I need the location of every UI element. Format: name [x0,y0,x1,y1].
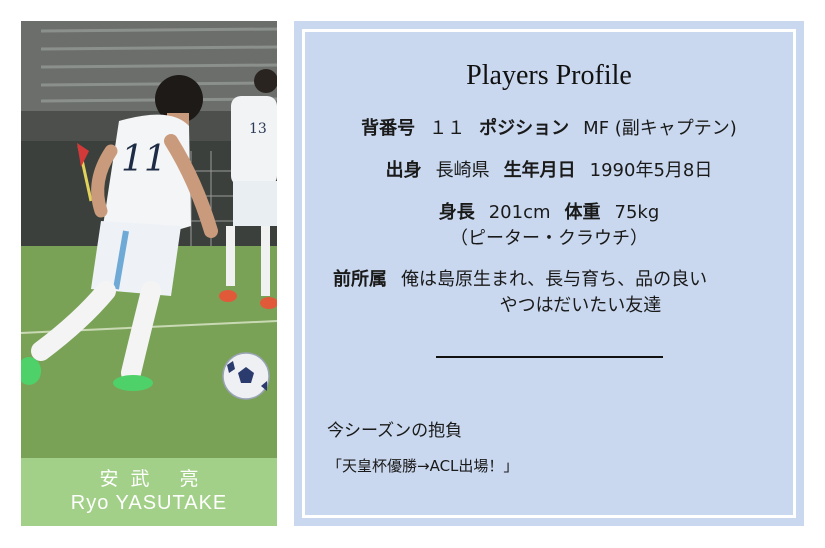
height-value: 201cm [488,202,551,223]
season-goal-label: 今シーズンの抱負 [327,421,463,441]
weight-note: （ピーター・クラウチ） [450,228,648,249]
previous-label: 前所属 [333,269,387,290]
position-value: MF (副キャプテン) [583,118,737,139]
birthday-label: 生年月日 [503,160,576,181]
previous-value-line1: 俺は島原生まれ、長与育ち、品の良い [401,269,708,290]
player-name-jp: 安武 亮 [99,468,211,490]
divider [436,356,663,358]
season-goal-text: 「天皇杯優勝→ACL出場！」 [327,457,519,475]
player-photo-card: 13 11 安武 亮 Ryo YASUTAKE [21,21,277,526]
svg-text:11: 11 [121,139,167,180]
name-plate: 安武 亮 Ryo YASUTAKE [21,458,277,526]
weight-value: 75kg [614,202,660,223]
birthplace-value: 長崎県 [435,160,490,181]
soccer-ball-icon [222,352,270,400]
player-name-en: Ryo YASUTAKE [70,492,228,514]
previous-value-line2: やつはだいたい友達 [499,295,662,316]
birthplace-birthday-row: 出身 長崎県 生年月日 1990年5月8日 [305,156,793,182]
profile-title: Players Profile [466,60,632,91]
profile-panel-inner: Players Profile 背番号 １１ ポジション MF (副キャプテン) 出身… [302,29,796,518]
number-label: 背番号 [361,118,416,139]
svg-text:13: 13 [249,121,267,137]
player-photo: 13 11 [21,21,277,458]
height-weight-row: 身長 201cm 体重 75kg [305,198,793,224]
birthday-value: 1990年5月8日 [589,160,713,181]
weight-label: 体重 [564,202,601,223]
previous-club-row: 前所属 俺は島原生まれ、長与育ち、品の良い [333,265,707,291]
number-value: １１ [429,118,466,139]
position-label: ポジション [479,118,570,139]
height-label: 身長 [438,202,475,223]
birthplace-label: 出身 [385,160,422,181]
player-photo-illustration: 13 11 [21,21,277,458]
number-position-row: 背番号 １１ ポジション MF (副キャプテン) [305,114,793,140]
profile-panel: Players Profile 背番号 １１ ポジション MF (副キャプテン) 出身… [294,21,804,526]
